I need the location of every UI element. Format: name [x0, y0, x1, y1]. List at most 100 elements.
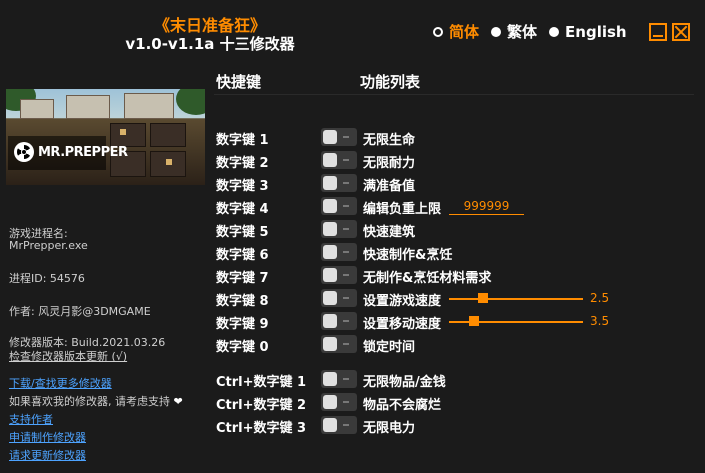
hotkey-label: Ctrl+数字键 1: [216, 375, 307, 390]
toggle-knob: [323, 153, 337, 167]
cheat-toggle[interactable]: [321, 416, 357, 434]
slider-thumb[interactable]: [478, 293, 488, 303]
toggle-track-mark: [343, 205, 349, 207]
slider-thumb[interactable]: [469, 316, 479, 326]
toggle-track-mark: [343, 136, 349, 138]
cheat-row: 数字键 8 设置游戏速度 2.5: [0, 288, 705, 310]
cheat-name: 快速建筑: [363, 225, 416, 240]
toggle-knob: [323, 337, 337, 351]
toggle-track-mark: [343, 228, 349, 230]
cheat-name: 锁定时间: [363, 340, 416, 355]
toggle-knob: [323, 395, 337, 409]
toggle-knob: [323, 268, 337, 282]
hotkey-label: Ctrl+数字键 3: [216, 421, 307, 436]
minimize-button[interactable]: [649, 23, 667, 41]
lang-option-english[interactable]: English: [549, 23, 627, 41]
cheat-row: Ctrl+数字键 2 物品不会腐烂: [0, 392, 705, 414]
cheat-toggle[interactable]: [321, 151, 357, 169]
toggle-knob: [323, 245, 337, 259]
cheat-name: 无限物品/金钱: [363, 375, 446, 390]
cheat-row: 数字键 4 编辑负重上限: [0, 196, 705, 218]
cheat-row: 数字键 0 锁定时间: [0, 334, 705, 356]
hotkey-column-header: 快捷键: [216, 73, 262, 91]
carry-limit-input[interactable]: [449, 197, 524, 215]
toggle-track-mark: [343, 182, 349, 184]
house-shape: [66, 95, 110, 119]
hotkey-label: 数字键 1: [216, 133, 269, 148]
trainer-version: v1.0-v1.1a 十三修改器: [125, 35, 295, 53]
lang-option-simplified[interactable]: 简体: [433, 21, 479, 42]
slider-value: 2.5: [590, 291, 610, 305]
cheat-name: 快速制作&烹饪: [363, 248, 453, 263]
toggle-track-mark: [343, 343, 349, 345]
cheat-name: 设置移动速度: [363, 317, 442, 332]
cheat-name: 编辑负重上限: [363, 202, 442, 217]
hotkey-label: 数字键 5: [216, 225, 269, 240]
toggle-knob: [323, 222, 337, 236]
hotkey-label: 数字键 8: [216, 294, 269, 309]
toggle-knob: [323, 372, 337, 386]
radio-icon[interactable]: [491, 26, 502, 37]
cheat-name: 物品不会腐烂: [363, 398, 442, 413]
toggle-track-mark: [343, 274, 349, 276]
cheat-name: 无限生命: [363, 133, 416, 148]
hotkey-label: 数字键 7: [216, 271, 269, 286]
features-column-header: 功能列表: [360, 73, 421, 91]
close-button[interactable]: [672, 23, 690, 41]
hotkey-label: Ctrl+数字键 2: [216, 398, 307, 413]
cheat-name: 设置游戏速度: [363, 294, 442, 309]
cheat-row: Ctrl+数字键 1 无限物品/金钱: [0, 369, 705, 391]
toggle-knob: [323, 176, 337, 190]
cheat-toggle[interactable]: [321, 128, 357, 146]
cheat-toggle[interactable]: [321, 393, 357, 411]
toggle-track-mark: [343, 424, 349, 426]
toggle-track-mark: [343, 159, 349, 161]
toggle-knob: [323, 418, 337, 432]
cheat-toggle[interactable]: [321, 266, 357, 284]
cheat-toggle[interactable]: [321, 243, 357, 261]
speed-slider[interactable]: [449, 293, 583, 303]
cheat-name: 无限电力: [363, 421, 416, 436]
toggle-track-mark: [343, 401, 349, 403]
house-shape: [124, 93, 174, 119]
cheat-toggle[interactable]: [321, 312, 357, 330]
speed-slider[interactable]: [449, 316, 583, 326]
hotkey-label: 数字键 3: [216, 179, 269, 194]
lang-label: 简体: [449, 23, 480, 41]
toggle-knob: [323, 291, 337, 305]
cheat-toggle[interactable]: [321, 174, 357, 192]
cheat-toggle[interactable]: [321, 197, 357, 215]
radio-icon[interactable]: [433, 26, 443, 37]
tree-shape: [176, 89, 205, 115]
toggle-track-mark: [343, 320, 349, 322]
cheat-row: Ctrl+数字键 3 无限电力: [0, 415, 705, 437]
header-divider: [214, 94, 694, 95]
hotkey-label: 数字键 6: [216, 248, 269, 263]
toggle-track-mark: [343, 378, 349, 380]
toggle-track-mark: [343, 251, 349, 253]
cheat-toggle[interactable]: [321, 220, 357, 238]
cheat-row: 数字键 5 快速建筑: [0, 219, 705, 241]
cheat-toggle[interactable]: [321, 289, 357, 307]
toggle-knob: [323, 130, 337, 144]
cheat-row: 数字键 1 无限生命: [0, 127, 705, 149]
cheat-name: 无限耐力: [363, 156, 416, 171]
request-update-link[interactable]: 请求更新修改器: [9, 447, 86, 463]
cheat-toggle[interactable]: [321, 335, 357, 353]
cheat-toggle[interactable]: [321, 370, 357, 388]
cheat-row: 数字键 3 满准备值: [0, 173, 705, 195]
lang-label: English: [565, 22, 627, 41]
cheat-row: 数字键 7 无制作&烹饪材料需求: [0, 265, 705, 287]
house-shape: [20, 99, 54, 119]
slider-value: 3.5: [590, 314, 610, 328]
language-selector: 简体 繁体 English: [433, 21, 639, 42]
hotkey-label: 数字键 9: [216, 317, 269, 332]
hotkey-label: 数字键 4: [216, 202, 269, 217]
toggle-track-mark: [343, 297, 349, 299]
lang-option-traditional[interactable]: 繁体: [491, 21, 537, 42]
lang-label: 繁体: [507, 23, 538, 41]
radio-icon[interactable]: [549, 26, 560, 37]
cheat-row: 数字键 9 设置移动速度 3.5: [0, 311, 705, 333]
cheat-row: 数字键 2 无限耐力: [0, 150, 705, 172]
hotkey-label: 数字键 0: [216, 340, 269, 355]
